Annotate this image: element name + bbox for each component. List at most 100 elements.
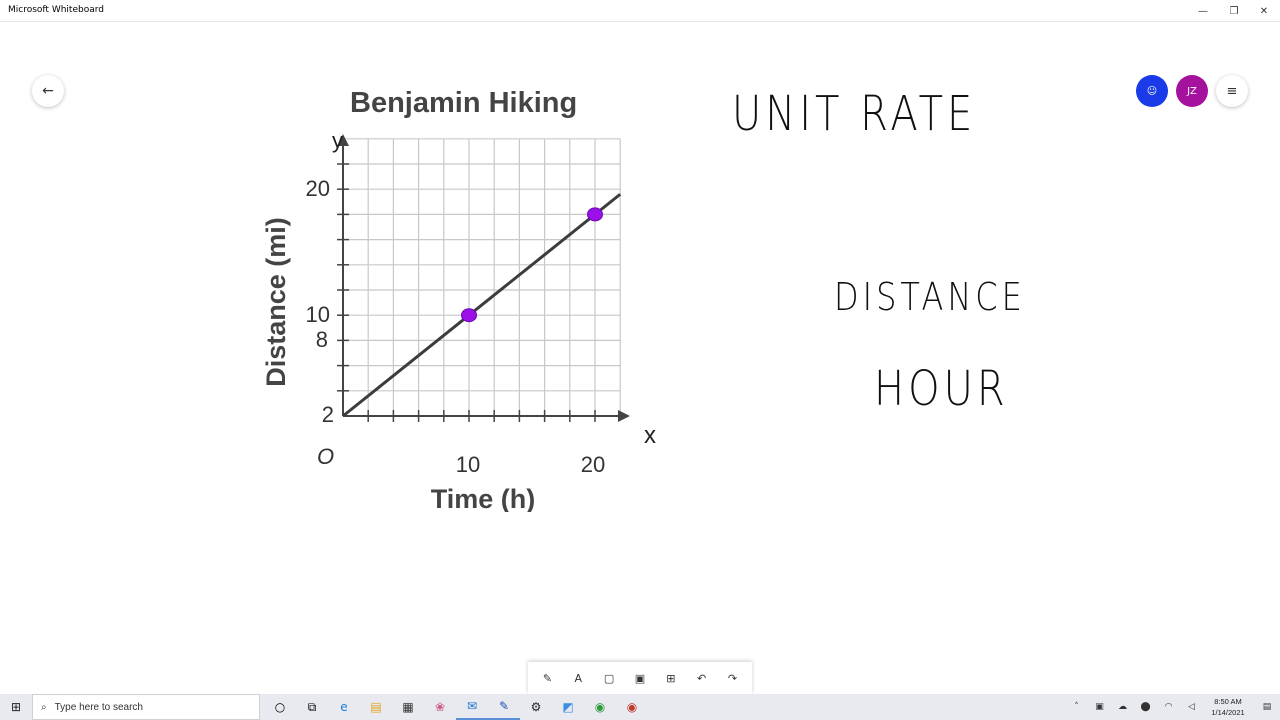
microphone-button[interactable]: ⬤ <box>1135 694 1156 720</box>
minimize-button[interactable]: — <box>1187 0 1219 22</box>
graph-ticks <box>337 163 596 422</box>
files-button[interactable]: ◩ <box>552 694 584 720</box>
text-tool-button[interactable]: A <box>566 666 590 690</box>
chrome-icon: ◉ <box>594 700 606 714</box>
x-axis-letter: x <box>644 422 656 449</box>
taskbar: ⊞ ⌕ Type here to search ○ ⧉ e ▤ ▦ ❀ ✉ ✎ … <box>0 694 1280 720</box>
x-tick-label: 10 <box>456 452 480 477</box>
taskbar-search[interactable]: ⌕ Type here to search <box>32 694 260 720</box>
window-title: Microsoft Whiteboard <box>8 5 104 15</box>
insert-button[interactable]: ⊞ <box>659 666 683 690</box>
edge-icon: e <box>340 700 348 714</box>
data-point <box>587 207 603 222</box>
title-bar: Microsoft Whiteboard — ❐ ✕ <box>0 0 1280 22</box>
image-tool-button[interactable]: ▣ <box>628 666 652 690</box>
note-unit-rate[interactable]: UNIT RATE <box>732 87 976 142</box>
restore-button[interactable]: ❐ <box>1218 0 1250 22</box>
person-icon: ☺ <box>1146 85 1158 97</box>
clock-date: 1/14/2021 <box>1211 708 1245 717</box>
settings-button[interactable]: ⚙ <box>520 694 552 720</box>
note-distance[interactable]: DISTANCE <box>834 274 1026 320</box>
microphone-icon: ⬤ <box>1140 702 1151 712</box>
search-placeholder: Type here to search <box>54 701 143 713</box>
chrome-profile-button[interactable]: ◉ <box>616 694 648 720</box>
y-axis-letter: y <box>332 128 343 153</box>
hamburger-icon: ≡ <box>1226 83 1238 99</box>
cortana-icon: ○ <box>274 700 286 714</box>
sticky-note-icon: ▢ <box>603 671 615 685</box>
settings-menu-button[interactable]: ≡ <box>1216 75 1248 107</box>
x-axis-arrow <box>618 410 630 422</box>
graph-title: Benjamin Hiking <box>350 87 577 119</box>
redo-button[interactable]: ↷ <box>720 666 744 690</box>
ink-toolbar: ✎ A ▢ ▣ ⊞ ↶ ↷ <box>528 662 752 694</box>
cortana-button[interactable]: ○ <box>264 694 296 720</box>
y-axis-title: Distance (mi) <box>261 217 291 387</box>
x-axis-title: Time (h) <box>431 484 536 512</box>
graph-grid <box>343 138 621 416</box>
chrome-icon: ◉ <box>626 700 638 714</box>
paint-button[interactable]: ❀ <box>424 694 456 720</box>
edge-button[interactable]: e <box>328 694 360 720</box>
participants-button[interactable]: ☺ <box>1136 75 1168 107</box>
back-arrow-icon: ← <box>42 83 54 99</box>
undo-button[interactable]: ↶ <box>690 666 714 690</box>
close-button[interactable]: ✕ <box>1248 0 1280 22</box>
paint-icon: ❀ <box>434 700 446 714</box>
user-avatar[interactable]: JZ <box>1176 75 1208 107</box>
series-line <box>342 193 622 418</box>
y-tick-label: 2 <box>322 402 334 427</box>
text-icon: A <box>574 671 583 685</box>
settings-gear-icon: ⚙ <box>530 700 542 714</box>
y-tick-label: 20 <box>306 176 330 201</box>
start-button[interactable]: ⊞ <box>0 694 32 720</box>
note-tool-button[interactable]: ▢ <box>597 666 621 690</box>
folder-icon: ▤ <box>370 700 382 714</box>
task-view-button[interactable]: ⧉ <box>296 694 328 720</box>
plus-box-icon: ⊞ <box>666 671 676 685</box>
meet-now-button[interactable]: ▣ <box>1089 694 1110 720</box>
task-view-icon: ⧉ <box>307 699 317 714</box>
onedrive-button[interactable]: ☁ <box>1112 694 1133 720</box>
data-point <box>461 308 477 323</box>
y-tick-label: 10 <box>306 302 330 327</box>
chrome-button[interactable]: ◉ <box>584 694 616 720</box>
mail-icon: ✉ <box>466 699 478 713</box>
system-tray: ˄ ▣ ☁ ⬤ ◠ ◁ 8:50 AM 1/14/2021 ▤ <box>1066 694 1280 720</box>
whiteboard-icon: ✎ <box>498 699 510 713</box>
cloud-icon: ☁ <box>1118 702 1127 712</box>
show-hidden-icons-button[interactable]: ˄ <box>1066 694 1087 720</box>
store-icon: ▦ <box>402 700 414 714</box>
whiteboard-button[interactable]: ✎ <box>488 694 520 720</box>
origin-label: O <box>317 444 334 469</box>
undo-icon: ↶ <box>697 671 707 685</box>
clock-time: 8:50 AM <box>1214 697 1242 706</box>
files-icon: ◩ <box>562 700 574 714</box>
meet-icon: ▣ <box>1095 702 1104 712</box>
pen-tool-button[interactable]: ✎ <box>535 666 559 690</box>
mail-button[interactable]: ✉ <box>456 694 488 720</box>
action-center-button[interactable]: ▤ <box>1254 694 1280 720</box>
note-hour[interactable]: HOUR <box>874 362 1009 417</box>
search-icon: ⌕ <box>41 701 47 713</box>
hiking-graph[interactable]: Benjamin Hiking y x O 20 10 8 2 10 20 Ti… <box>240 72 680 512</box>
network-button[interactable]: ◠ <box>1158 694 1179 720</box>
user-initials: JZ <box>1187 85 1197 97</box>
notification-icon: ▤ <box>1262 702 1272 712</box>
speaker-icon: ◁ <box>1188 702 1195 712</box>
clock[interactable]: 8:50 AM 1/14/2021 <box>1204 696 1252 718</box>
chevron-up-icon: ˄ <box>1074 702 1079 712</box>
pen-icon: ✎ <box>542 671 553 685</box>
whiteboard-canvas[interactable]: ← ☺ JZ ≡ Benjamin Hiking y x O 20 10 8 2… <box>0 22 1280 694</box>
file-explorer-button[interactable]: ▤ <box>360 694 392 720</box>
y-tick-label: 8 <box>316 327 328 352</box>
image-icon: ▣ <box>634 671 646 685</box>
volume-button[interactable]: ◁ <box>1181 694 1202 720</box>
back-button[interactable]: ← <box>32 75 64 107</box>
graph-axes <box>337 134 630 422</box>
wifi-icon: ◠ <box>1164 702 1173 712</box>
redo-icon: ↷ <box>727 671 738 685</box>
windows-icon: ⊞ <box>10 700 22 714</box>
store-button[interactable]: ▦ <box>392 694 424 720</box>
x-tick-label: 20 <box>581 452 605 477</box>
